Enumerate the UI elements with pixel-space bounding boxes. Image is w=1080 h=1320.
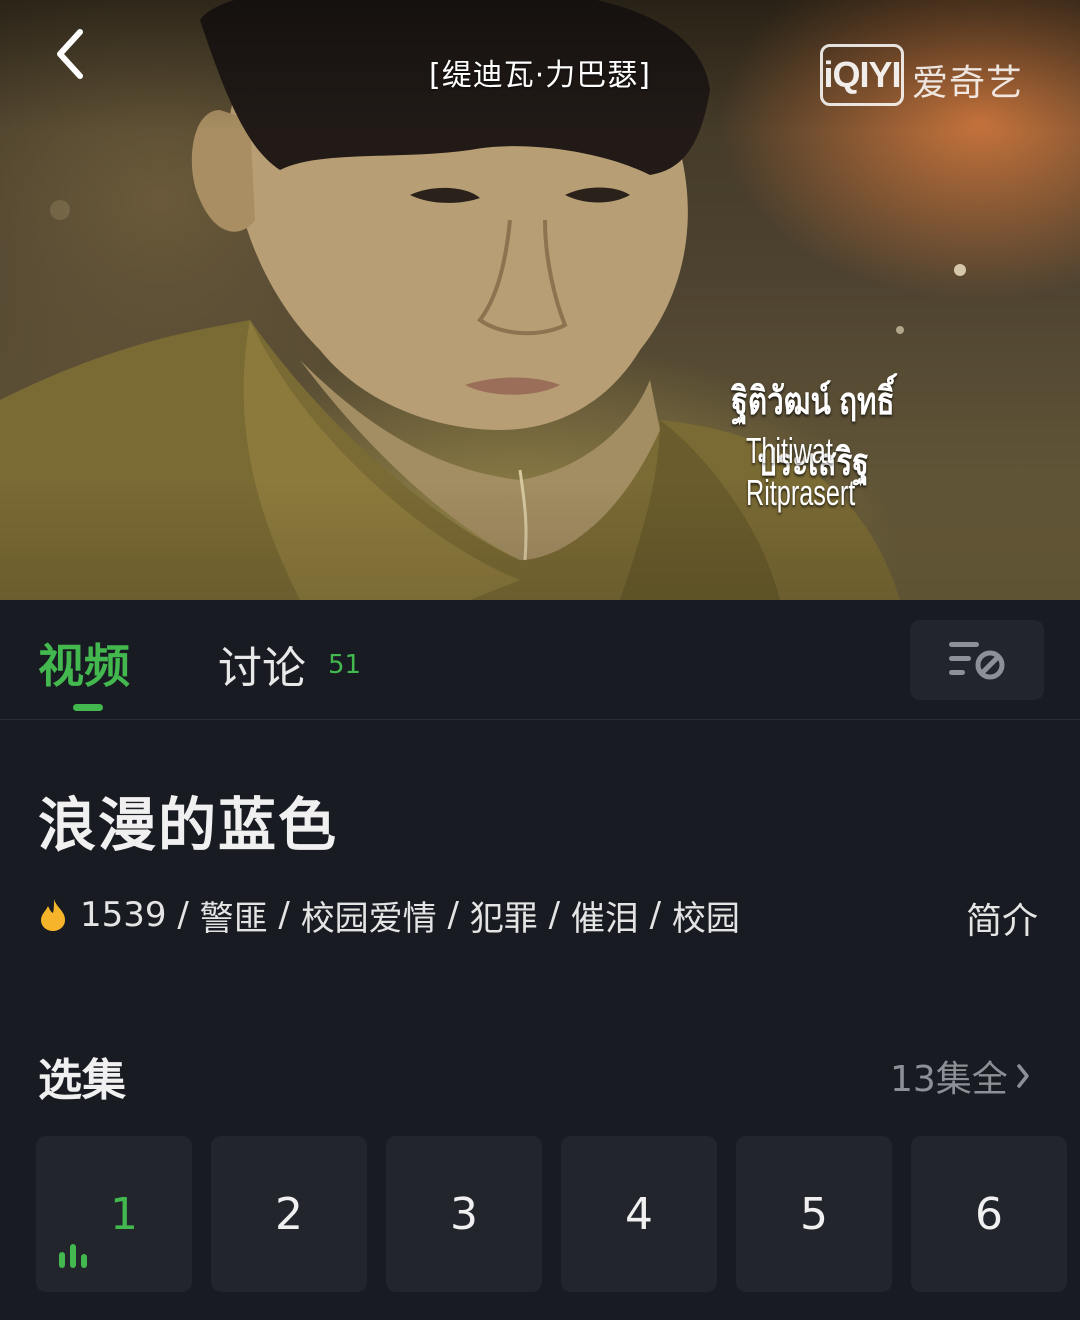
show-meta: 1539 / 警匪 / 校园爱情 / 犯罪 / 催泪 / 校园 [38, 891, 740, 940]
playing-bars-icon [59, 1244, 87, 1268]
tag-separator: / [267, 895, 301, 935]
all-episodes-link[interactable]: 13集全 [890, 1050, 1030, 1102]
video-player[interactable]: [缇迪瓦·力巴瑟] iQIYI 爱奇艺 ฐิติวัฒน์ ฤทธิ์ประเส… [0, 0, 1080, 600]
episode-button-6[interactable]: 6 [911, 1136, 1067, 1292]
episode-number: 3 [450, 1188, 478, 1240]
episode-number: 4 [625, 1188, 653, 1240]
iqiyi-logo: iQIYI 爱奇艺 [820, 44, 1030, 112]
tag-separator: / [166, 895, 200, 935]
episode-button-5[interactable]: 5 [736, 1136, 892, 1292]
page: [缇迪瓦·力巴瑟] iQIYI 爱奇艺 ฐิติวัฒน์ ฤทธิ์ประเส… [0, 0, 1080, 1320]
episode-button-3[interactable]: 3 [386, 1136, 542, 1292]
tab-video[interactable]: 视频 [38, 630, 130, 696]
episode-button-2[interactable]: 2 [211, 1136, 367, 1292]
tag-separator: / [436, 895, 470, 935]
episode-number: 6 [975, 1188, 1003, 1240]
genre-tag[interactable]: 校园爱情 [301, 891, 437, 940]
episodes-total-label: 13集全 [890, 1059, 1008, 1100]
subtitle-english: Thitiwat Ritprasert [746, 430, 856, 513]
episodes-heading: 选集 [38, 1055, 126, 1106]
tag-separator: / [537, 895, 571, 935]
back-button[interactable] [40, 22, 100, 86]
episode-list: 1 2 3 4 5 6 [36, 1136, 1076, 1292]
intro-link[interactable]: 简介 [966, 892, 1038, 944]
genre-tag[interactable]: 校园 [672, 891, 740, 940]
tab-bar: 视频 讨论 51 [0, 600, 1080, 720]
video-title: [缇迪瓦·力巴瑟] [429, 58, 651, 93]
tab-discussion[interactable]: 讨论 [218, 632, 306, 696]
heat-count: 1539 [80, 895, 167, 935]
genre-tag[interactable]: 犯罪 [470, 891, 538, 940]
iqiyi-mark: iQIYI [820, 44, 904, 106]
danmaku-toggle-button[interactable] [910, 620, 1044, 700]
chevron-left-icon [57, 29, 83, 79]
discussion-count-badge: 51 [328, 650, 362, 680]
genre-tag[interactable]: 催泪 [571, 891, 639, 940]
iqiyi-wordmark: 爱奇艺 [912, 63, 1024, 104]
active-tab-indicator [73, 704, 103, 711]
episode-button-4[interactable]: 4 [561, 1136, 717, 1292]
episode-button-1[interactable]: 1 [36, 1136, 192, 1292]
episode-number: 1 [110, 1188, 138, 1240]
fire-icon [41, 899, 65, 931]
show-title: 浪漫的蓝色 [38, 791, 339, 859]
chevron-right-icon [1017, 1064, 1029, 1088]
episode-number: 5 [800, 1188, 828, 1240]
episode-number: 2 [275, 1188, 303, 1240]
tag-separator: / [638, 895, 672, 935]
genre-tag[interactable]: 警匪 [200, 891, 268, 940]
filter-off-icon [949, 642, 1005, 680]
